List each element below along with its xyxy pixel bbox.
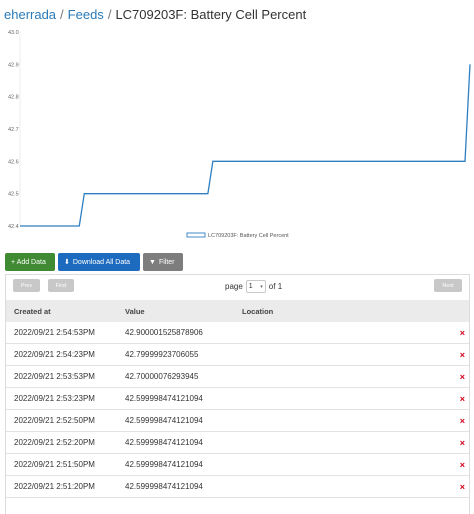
- download-all-data-button[interactable]: ⬇ Download All Data: [58, 253, 140, 271]
- cell-created-at: 2022/09/21 2:53:23PM: [14, 394, 95, 403]
- pagination: Prev First page 1 ▾ of 1 Next: [6, 275, 469, 297]
- delete-icon[interactable]: ×: [460, 416, 465, 426]
- filter-button[interactable]: ▼ Filter: [143, 253, 183, 271]
- header-created-at: Created at: [14, 307, 51, 316]
- y-tick-label: 42.9: [8, 62, 19, 68]
- page-title: LC709203F: Battery Cell Percent: [115, 7, 307, 22]
- cell-value: 42.599998474121094: [125, 438, 203, 447]
- chevron-down-icon: ▾: [260, 283, 263, 290]
- cell-created-at: 2022/09/21 2:52:50PM: [14, 416, 95, 425]
- filter-icon: ▼: [149, 258, 156, 266]
- cell-created-at: 2022/09/21 2:54:53PM: [14, 328, 95, 337]
- table-row: 2022/09/21 2:53:23PM 42.599998474121094 …: [6, 388, 469, 410]
- page-info: page 1 ▾ of 1: [225, 280, 282, 293]
- breadcrumb: eherrada / Feeds / LC709203F: Battery Cell P…: [4, 7, 306, 22]
- cell-value: 42.900001525878906: [125, 328, 203, 337]
- next-page-button[interactable]: Next: [434, 279, 462, 292]
- download-icon: ⬇: [64, 259, 70, 266]
- toolbar: + Add Data ⬇ Download All Data ▼ Filter: [5, 253, 183, 271]
- breadcrumb-separator: /: [60, 7, 64, 22]
- cell-value: 42.599998474121094: [125, 460, 203, 469]
- cell-created-at: 2022/09/21 2:51:20PM: [14, 482, 95, 491]
- cell-created-at: 2022/09/21 2:53:53PM: [14, 372, 95, 381]
- breadcrumb-user-link[interactable]: eherrada: [4, 7, 56, 22]
- y-tick-label: 42.8: [8, 95, 19, 101]
- prev-label: Prev: [20, 282, 33, 289]
- header-value: Value: [125, 307, 145, 316]
- table-header: Created at Value Location: [6, 300, 469, 322]
- page-label: page: [225, 282, 243, 291]
- header-location: Location: [242, 307, 274, 316]
- cell-value: 42.599998474121094: [125, 394, 203, 403]
- breadcrumb-feeds-link[interactable]: Feeds: [68, 7, 104, 22]
- data-panel: Prev First page 1 ▾ of 1 Next Created at…: [5, 274, 470, 514]
- breadcrumb-separator: /: [107, 7, 112, 22]
- first-page-button[interactable]: First: [48, 279, 74, 292]
- y-tick-label: 43.0: [8, 30, 19, 36]
- cell-value: 42.70000076293945: [125, 372, 199, 381]
- series-line: [20, 64, 471, 227]
- line-chart: 43.0 42.9 42.8 42.7 42.6 42.5 42.4 LC709203F: B…: [8, 30, 471, 239]
- cell-value: 42.79999923706055: [125, 350, 199, 359]
- delete-icon[interactable]: ×: [460, 350, 465, 360]
- table-row: 2022/09/21 2:53:53PM 42.70000076293945 ×: [6, 366, 469, 388]
- feed-chart: 43.0 42.9 42.8 42.7 42.6 42.5 42.4 LC709203F: B…: [0, 25, 474, 250]
- delete-icon[interactable]: ×: [460, 438, 465, 448]
- add-data-button[interactable]: + Add Data: [5, 253, 55, 271]
- table-row: 2022/09/21 2:54:53PM 42.900001525878906 …: [6, 322, 469, 344]
- cell-value: 42.599998474121094: [125, 482, 203, 491]
- table-row: 2022/09/21 2:51:20PM 42.599998474121094 …: [6, 476, 469, 498]
- table-row: 2022/09/21 2:52:20PM 42.599998474121094 …: [6, 432, 469, 454]
- legend-label: LC709203F: Battery Cell Percent: [208, 233, 289, 239]
- delete-icon[interactable]: ×: [460, 394, 465, 404]
- page-total: of 1: [268, 282, 283, 291]
- table-row: 2022/09/21 2:51:50PM 42.599998474121094 …: [6, 454, 469, 476]
- add-data-label: + Add Data: [11, 258, 46, 266]
- next-label: Next: [442, 282, 454, 289]
- y-tick-label: 42.4: [8, 224, 19, 230]
- delete-icon[interactable]: ×: [460, 328, 465, 338]
- y-tick-label: 42.7: [8, 127, 19, 133]
- delete-icon[interactable]: ×: [460, 372, 465, 382]
- prev-page-button[interactable]: Prev: [13, 279, 40, 292]
- download-label: Download All Data: [72, 258, 131, 266]
- cell-created-at: 2022/09/21 2:51:50PM: [14, 460, 95, 469]
- first-label: First: [55, 282, 67, 289]
- y-tick-label: 42.6: [8, 159, 19, 165]
- delete-icon[interactable]: ×: [460, 482, 465, 492]
- cell-created-at: 2022/09/21 2:52:20PM: [14, 438, 95, 447]
- cell-value: 42.599998474121094: [125, 416, 203, 425]
- page-select-value: 1: [248, 283, 253, 290]
- legend-swatch: [186, 232, 206, 238]
- delete-icon[interactable]: ×: [460, 460, 465, 470]
- filter-label: Filter: [158, 258, 175, 266]
- table-row: 2022/09/21 2:54:23PM 42.79999923706055 ×: [6, 344, 469, 366]
- table-row: 2022/09/21 2:52:50PM 42.599998474121094 …: [6, 410, 469, 432]
- page-select[interactable]: 1 ▾: [245, 280, 266, 293]
- table-body: 2022/09/21 2:54:53PM 42.900001525878906 …: [6, 322, 469, 498]
- cell-created-at: 2022/09/21 2:54:23PM: [14, 350, 95, 359]
- y-tick-label: 42.5: [8, 192, 19, 198]
